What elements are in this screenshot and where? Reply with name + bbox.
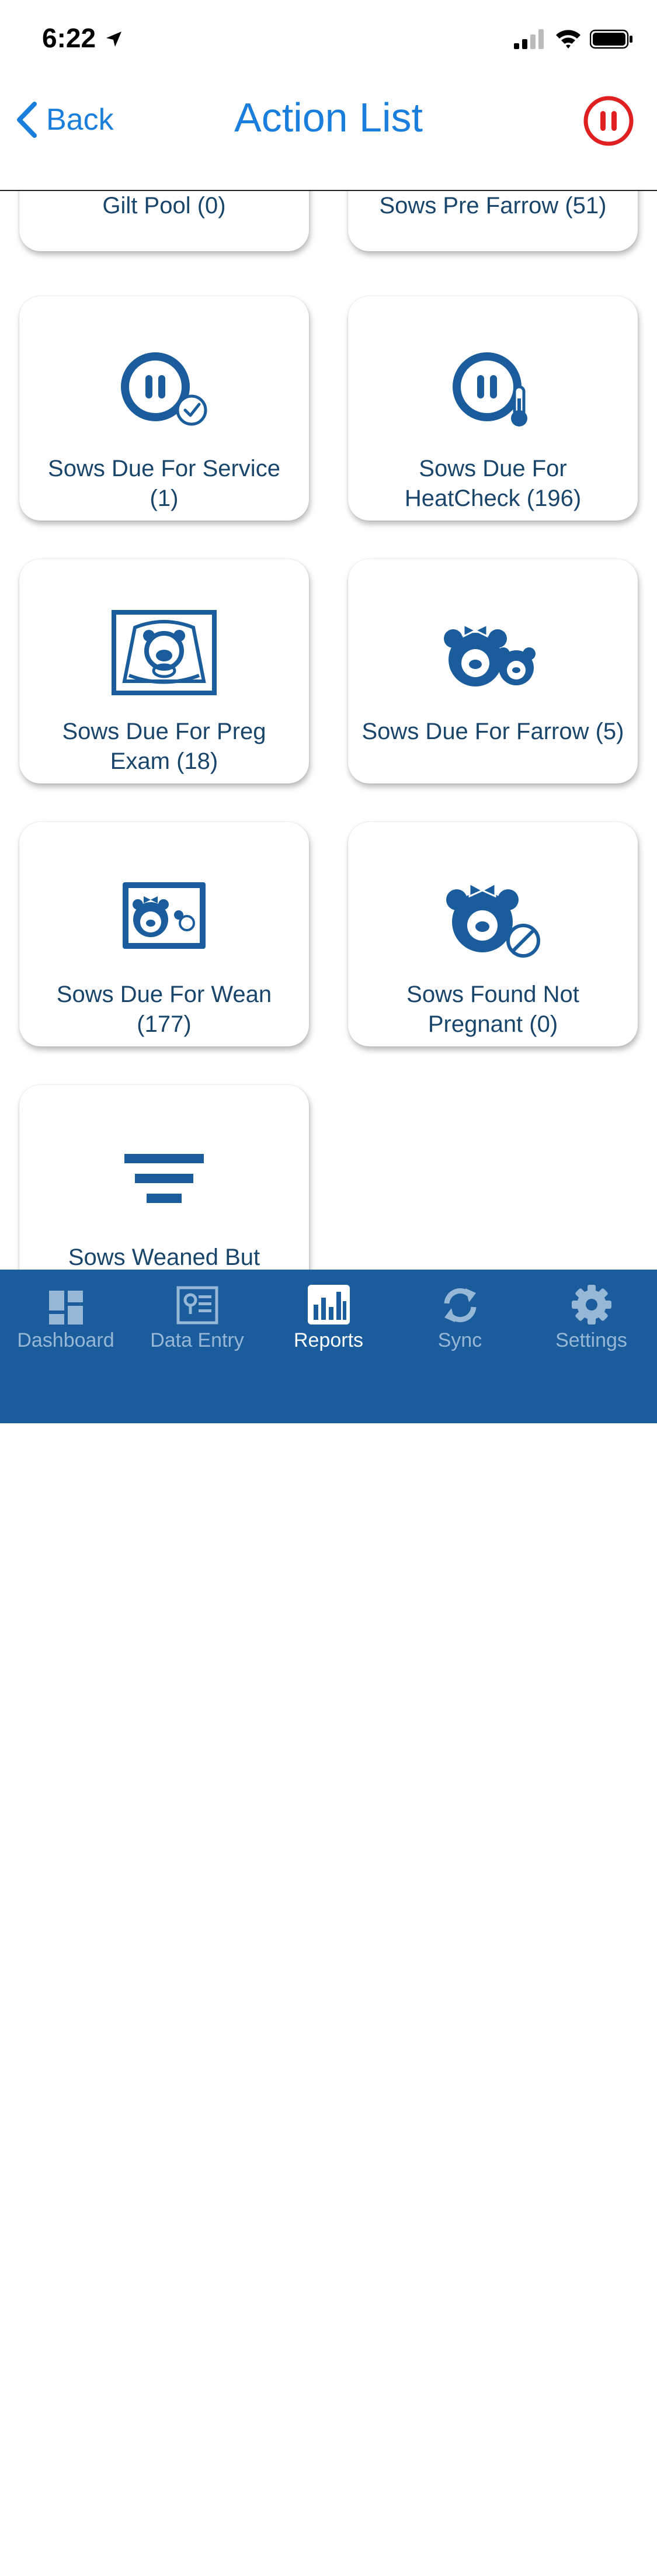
card-sows-due-for-farrow[interactable]: Sows Due For Farrow (5)	[348, 559, 638, 783]
pause-button[interactable]	[583, 95, 634, 147]
navigation-bar: Back Action List	[0, 79, 657, 191]
pig-thermometer-icon	[453, 352, 527, 427]
cellular-signal-icon	[514, 29, 544, 49]
card-label: Sows Due For Service (1)	[48, 456, 280, 511]
card-label: Sows Due For Wean (177)	[56, 982, 272, 1037]
dashboard-icon	[48, 1291, 83, 1325]
tab-reports[interactable]: Reports	[263, 1282, 394, 1353]
card-label: Sows Weaned But	[68, 1244, 260, 1270]
home-indicator[interactable]	[211, 2568, 445, 2576]
card-sows-pre-farrow[interactable]: Sows Pre Farrow (51)	[348, 191, 638, 251]
action-list-grid[interactable]: Gilt Pool (0) Sows Pre Farrow (51) Sows …	[0, 191, 657, 1270]
back-button[interactable]: Back	[15, 96, 114, 143]
sow-and-piglet-icon	[444, 623, 536, 687]
data-entry-icon	[176, 1286, 218, 1325]
wifi-icon	[556, 30, 580, 48]
card-sows-due-for-preg-exam[interactable]: Sows Due For Preg Exam (18)	[19, 559, 309, 783]
card-gilt-pool[interactable]: Gilt Pool (0)	[19, 191, 309, 251]
chevron-left-icon	[17, 102, 37, 138]
sync-icon	[444, 1288, 476, 1323]
location-arrow-icon	[106, 32, 121, 47]
filter-icon	[124, 1154, 204, 1203]
card-sows-due-for-wean[interactable]: Sows Due For Wean (177)	[19, 822, 309, 1046]
tab-label: Settings	[555, 1329, 627, 1351]
tab-label: Sync	[437, 1329, 482, 1351]
back-button-label: Back	[46, 103, 114, 137]
tab-label: Data Entry	[150, 1329, 244, 1351]
card-sows-due-for-service[interactable]: Sows Due For Service (1)	[19, 296, 309, 521]
card-label: Sows Due For Farrow (5)	[361, 719, 624, 744]
tab-label: Dashboard	[17, 1329, 114, 1351]
tab-sync[interactable]: Sync	[394, 1282, 526, 1353]
tab-data-entry[interactable]: Data Entry	[131, 1282, 263, 1353]
card-label: Sows Due For HeatCheck (196)	[404, 456, 582, 511]
gear-icon	[571, 1285, 611, 1325]
sow-wean-screen-icon	[123, 882, 206, 949]
tab-dashboard[interactable]: Dashboard	[0, 1282, 131, 1353]
tab-label: Reports	[293, 1329, 364, 1351]
tab-bar: Dashboard Data Entry Reports Sync Settin…	[0, 1270, 657, 2576]
reports-icon	[307, 1285, 350, 1325]
card-sows-weaned-but[interactable]: Sows Weaned But	[19, 1085, 309, 1270]
card-sows-found-not-pregnant[interactable]: Sows Found Not Pregnant (0)	[348, 822, 638, 1046]
card-label: Gilt Pool (0)	[102, 193, 226, 219]
card-label: Sows Found Not Pregnant (0)	[406, 982, 579, 1037]
ultrasound-pig-icon	[112, 610, 217, 695]
sow-not-pregnant-icon	[446, 882, 540, 958]
card-label: Sows Pre Farrow (51)	[379, 193, 607, 219]
battery-icon	[590, 29, 632, 49]
tab-settings[interactable]: Settings	[526, 1282, 657, 1353]
card-label: Sows Due For Preg Exam (18)	[62, 719, 266, 774]
status-bar: 6:22	[0, 0, 657, 79]
card-sows-due-for-heatcheck[interactable]: Sows Due For HeatCheck (196)	[348, 296, 638, 521]
status-time: 6:22	[42, 23, 96, 53]
pig-checkmark-icon	[121, 352, 207, 426]
